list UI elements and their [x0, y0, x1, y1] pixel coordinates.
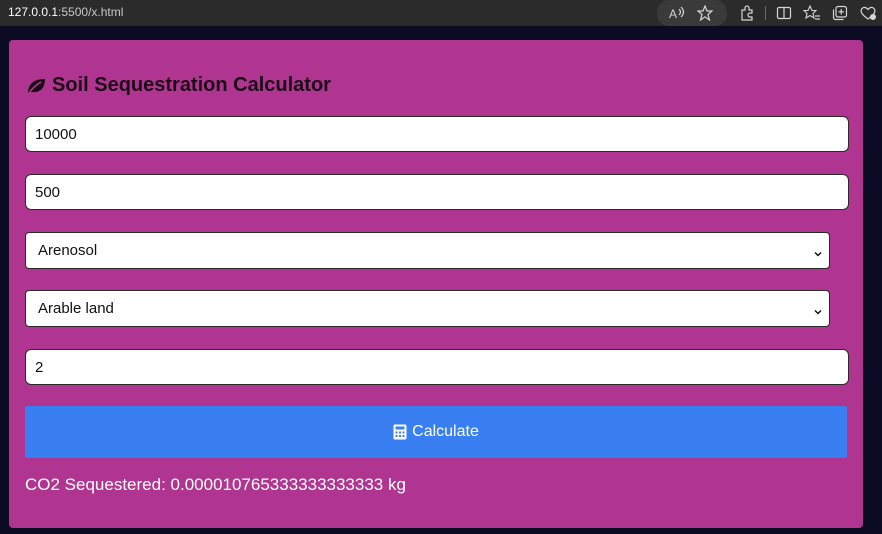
toolbar-divider — [765, 6, 766, 20]
page-title-text: Soil Sequestration Calculator — [52, 74, 331, 96]
page-background — [0, 26, 882, 32]
input-value: 10000 — [35, 125, 77, 143]
split-screen-icon[interactable] — [773, 2, 795, 24]
chevron-down-icon — [813, 304, 823, 315]
url-host: 127.0.0.1 — [8, 5, 59, 19]
page-title: Soil Sequestration Calculator — [26, 74, 331, 97]
browser-toolbar: 127.0.0.1:5500/x.html A — [0, 0, 882, 27]
url-path: :5500/x.html — [58, 5, 124, 19]
toolbar-icons: A — [657, 0, 882, 26]
input-value: 500 — [35, 183, 61, 201]
select-value: Arenosol — [38, 242, 98, 259]
select-value: Arable land — [38, 300, 114, 317]
result-text: CO2 Sequestered: 0.000010765333333333333… — [25, 475, 406, 494]
soil-type-select[interactable]: Arenosol — [25, 232, 830, 269]
calculator-card: Soil Sequestration Calculator 10000 500 … — [9, 40, 863, 528]
extensions-icon[interactable] — [736, 2, 758, 24]
chevron-down-icon — [813, 246, 823, 257]
land-use-select[interactable]: Arable land — [25, 290, 830, 327]
input-value: 2 — [35, 358, 44, 376]
calculate-button-label: Calculate — [412, 423, 479, 440]
quantity-input-3[interactable]: 2 — [25, 349, 849, 385]
calculate-button[interactable]: Calculate — [25, 406, 847, 458]
read-aloud-icon[interactable]: A — [666, 2, 688, 24]
svg-text:A: A — [669, 7, 677, 20]
browser-essentials-icon[interactable] — [857, 2, 879, 24]
address-bar-actions: A — [657, 0, 727, 26]
collections-icon[interactable] — [829, 2, 851, 24]
favorite-star-icon[interactable] — [694, 2, 716, 24]
quantity-input-1[interactable]: 10000 — [25, 116, 849, 152]
address-bar[interactable]: 127.0.0.1:5500/x.html — [8, 5, 123, 19]
leaf-icon — [26, 77, 46, 95]
favorites-list-icon[interactable] — [801, 2, 823, 24]
quantity-input-2[interactable]: 500 — [25, 174, 849, 210]
calculator-icon — [393, 424, 407, 440]
